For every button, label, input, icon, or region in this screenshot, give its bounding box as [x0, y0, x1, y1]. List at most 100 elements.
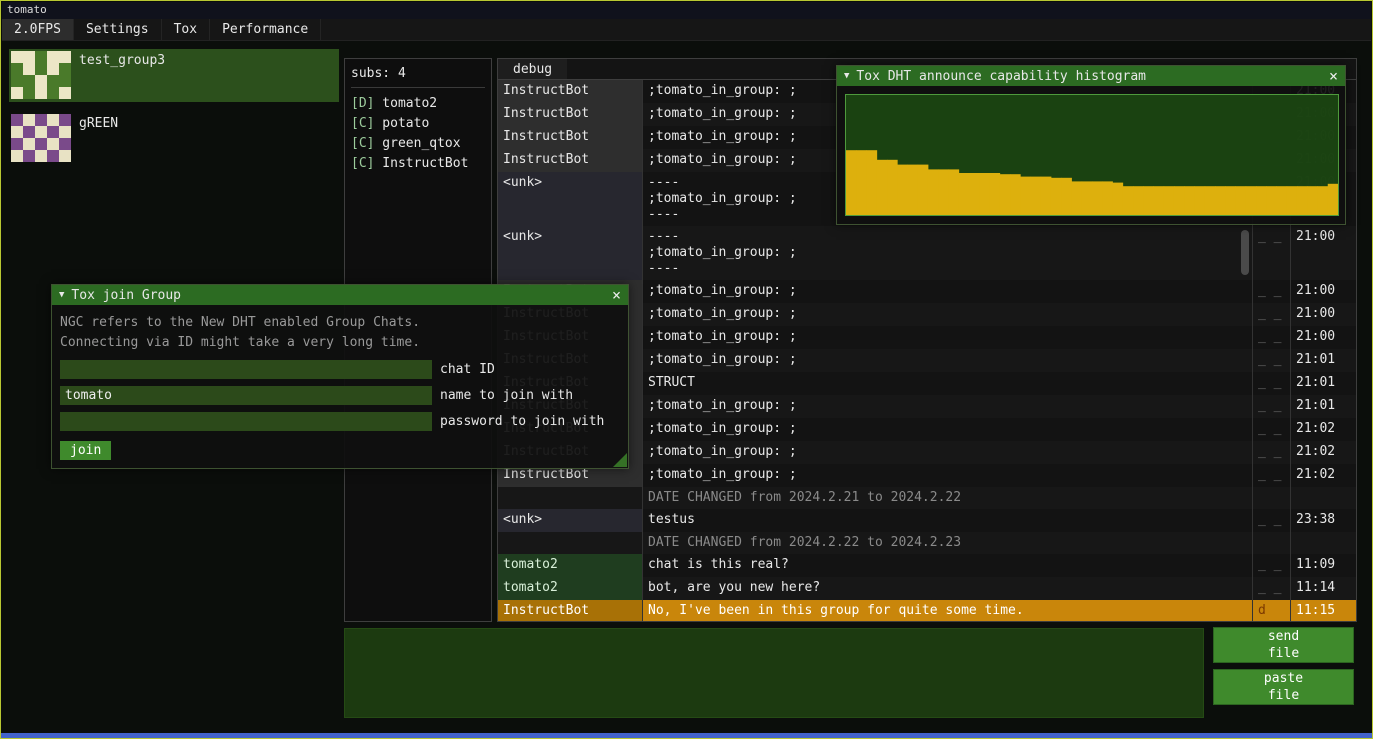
chat-row-timestamp: 21:02	[1291, 464, 1356, 487]
join-password-input[interactable]	[60, 412, 432, 431]
menu-performance[interactable]: Performance	[210, 19, 321, 40]
collapse-arrow-icon[interactable]: ▼	[59, 285, 64, 305]
window-title: tomato	[7, 3, 47, 16]
chat-row-author: InstructBot	[498, 600, 643, 622]
chat-scrollbar-thumb[interactable]	[1241, 230, 1249, 275]
chat-row[interactable]: <unk>---- ;tomato_in_group: ; ----_ _21:…	[498, 226, 1356, 280]
join-group-titlebar[interactable]: ▼ Tox join Group ×	[52, 285, 628, 305]
chat-row-flags: _ _	[1253, 303, 1291, 326]
chat-row-timestamp: 23:38	[1291, 509, 1356, 532]
app-window: tomato 2.0FPS Settings Tox Performance t…	[0, 0, 1373, 739]
collapse-arrow-icon[interactable]: ▼	[844, 66, 849, 86]
chat-row-message: DATE CHANGED from 2024.2.22 to 2024.2.23	[643, 532, 1253, 554]
chat-row[interactable]: <unk>testus_ _23:38	[498, 509, 1356, 532]
chat-row-timestamp: 21:02	[1291, 441, 1356, 464]
peer-item[interactable]: [C] potato	[351, 114, 485, 134]
join-group-title: Tox join Group	[71, 288, 181, 303]
menu-bar: 2.0FPS Settings Tox Performance	[2, 19, 1371, 41]
chat-row[interactable]: tomato2chat is this real?_ _11:09	[498, 554, 1356, 577]
peer-name: potato	[374, 116, 429, 131]
chat-row-author: InstructBot	[498, 80, 643, 103]
peer-count-header: subs: 4	[351, 65, 485, 83]
menu-settings[interactable]: Settings	[74, 19, 162, 40]
dht-histogram-titlebar[interactable]: ▼ Tox DHT announce capability histogram …	[837, 66, 1345, 86]
chat-row-flags: _ _	[1253, 395, 1291, 418]
chat-row-flags: _ _	[1253, 226, 1291, 280]
group-name: gREEN	[79, 114, 118, 131]
chat-row-highlighted[interactable]: InstructBotNo, I've been in this group f…	[498, 600, 1356, 622]
paste-file-button[interactable]: paste file	[1213, 669, 1354, 705]
join-name-input[interactable]	[60, 386, 432, 405]
close-icon[interactable]: ×	[612, 286, 621, 304]
chat-row-message: ;tomato_in_group: ;	[643, 303, 1253, 326]
chat-row-message: No, I've been in this group for quite so…	[643, 600, 1253, 622]
join-group-window: ▼ Tox join Group × NGC refers to the New…	[51, 284, 629, 469]
peer-name: tomato2	[374, 96, 437, 111]
chat-row-author: <unk>	[498, 226, 643, 280]
chat-row-message: STRUCT	[643, 372, 1253, 395]
chat-row-flags: _ _	[1253, 509, 1291, 532]
join-password-row: password to join with	[60, 412, 620, 431]
chat-row-flags	[1253, 487, 1291, 509]
chat-id-row: chat ID	[60, 360, 620, 379]
fps-indicator: 2.0FPS	[2, 19, 74, 40]
chat-row[interactable]: tomato2bot, are you new here?_ _11:14	[498, 577, 1356, 600]
chat-row-author: InstructBot	[498, 126, 643, 149]
chat-row-author: <unk>	[498, 509, 643, 532]
chat-row-message: ;tomato_in_group: ;	[643, 326, 1253, 349]
chat-row-timestamp: 21:02	[1291, 418, 1356, 441]
chat-row-message: chat is this real?	[643, 554, 1253, 577]
date-changed-row[interactable]: DATE CHANGED from 2024.2.22 to 2024.2.23	[498, 532, 1356, 554]
join-group-body: NGC refers to the New DHT enabled Group …	[52, 305, 628, 468]
chat-row-flags: _ _	[1253, 464, 1291, 487]
peer-connection-badge: [C]	[351, 156, 374, 171]
chat-row-timestamp: 21:01	[1291, 395, 1356, 418]
chat-row-timestamp	[1291, 487, 1356, 509]
join-hint-line2: Connecting via ID might take a very long…	[60, 333, 620, 353]
peer-item[interactable]: [C] InstructBot	[351, 154, 485, 174]
join-password-label: password to join with	[440, 414, 604, 429]
chat-id-input[interactable]	[60, 360, 432, 379]
peer-name: InstructBot	[374, 156, 468, 171]
chat-row-timestamp: 11:14	[1291, 577, 1356, 600]
date-changed-row[interactable]: DATE CHANGED from 2024.2.21 to 2024.2.22	[498, 487, 1356, 509]
peer-connection-badge: [C]	[351, 116, 374, 131]
separator	[351, 87, 485, 88]
join-name-label: name to join with	[440, 388, 573, 403]
chat-id-label: chat ID	[440, 362, 495, 377]
message-input[interactable]	[344, 628, 1204, 718]
join-button[interactable]: join	[60, 441, 111, 460]
chat-row-flags: _ _	[1253, 554, 1291, 577]
chat-row-author	[498, 532, 643, 554]
chat-row-author: tomato2	[498, 554, 643, 577]
chat-row-author: <unk>	[498, 172, 643, 226]
resize-grip[interactable]	[613, 453, 627, 467]
chat-row-timestamp	[1291, 532, 1356, 554]
chat-row-flags	[1253, 532, 1291, 554]
chat-row-timestamp: 21:00	[1291, 303, 1356, 326]
send-file-button[interactable]: send file	[1213, 627, 1354, 663]
chat-row-author: InstructBot	[498, 103, 643, 126]
chat-row-timestamp: 21:00	[1291, 326, 1356, 349]
dht-histogram-window: ▼ Tox DHT announce capability histogram …	[836, 65, 1346, 225]
close-icon[interactable]: ×	[1329, 67, 1338, 85]
peer-item[interactable]: [C] green_qtox	[351, 134, 485, 154]
chat-row-message: ;tomato_in_group: ;	[643, 418, 1253, 441]
menu-tox[interactable]: Tox	[162, 19, 210, 40]
chat-row-flags: _ _	[1253, 441, 1291, 464]
tab-debug[interactable]: debug	[498, 59, 567, 79]
group-item-gREEN[interactable]: gREEN	[9, 112, 339, 165]
window-titlebar: tomato	[2, 2, 1371, 19]
chat-row-message: ;tomato_in_group: ;	[643, 280, 1253, 303]
histogram-plot	[845, 94, 1339, 216]
group-item-test_group3[interactable]: test_group3	[9, 49, 339, 102]
chat-row-message: DATE CHANGED from 2024.2.21 to 2024.2.22	[643, 487, 1253, 509]
chat-row-message: ;tomato_in_group: ;	[643, 464, 1253, 487]
chat-row-message: ;tomato_in_group: ;	[643, 441, 1253, 464]
peer-connection-badge: [C]	[351, 136, 374, 151]
chat-row-flags: _ _	[1253, 280, 1291, 303]
peer-item[interactable]: [D] tomato2	[351, 94, 485, 114]
chat-row-flags: _ _	[1253, 418, 1291, 441]
chat-row-flags: _ _	[1253, 326, 1291, 349]
chat-row-author	[498, 487, 643, 509]
